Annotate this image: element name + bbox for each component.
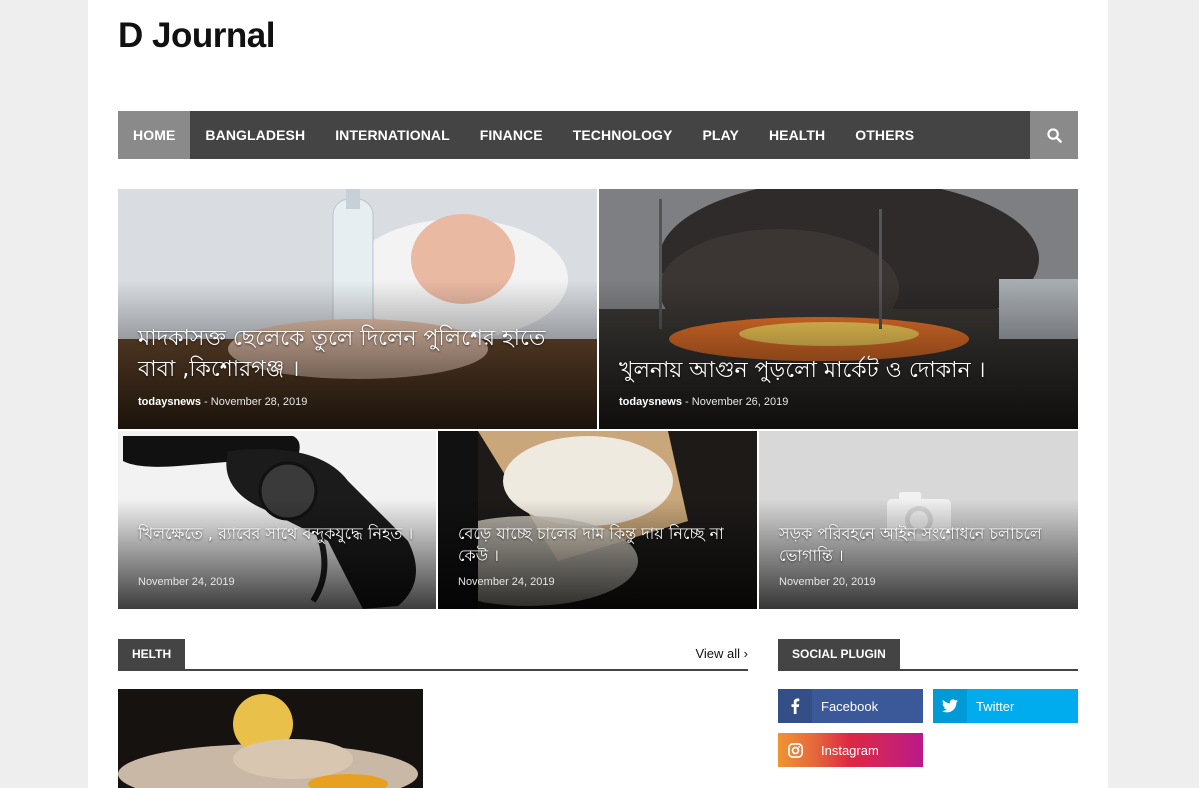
featured-meta-3: November 24, 2019	[138, 576, 235, 588]
featured-title-2[interactable]: খুলনায় আগুন পুড়লো মার্কেট ও দোকান ।	[619, 355, 1058, 386]
featured-title-1[interactable]: মাদকাসক্ত ছেলেকে তুলে দিলেন পুলিশের হাতে…	[138, 323, 577, 385]
instagram-button[interactable]: Instagram	[778, 733, 923, 767]
featured-author-1[interactable]: todaysnews	[138, 396, 201, 408]
search-icon	[1046, 127, 1062, 143]
health-post-image	[118, 689, 423, 788]
page-container: D Journal HOME BANGLADESH INTERNATIONAL …	[88, 0, 1108, 788]
meta-separator: -	[204, 396, 211, 408]
nav-item-play[interactable]: PLAY	[687, 111, 753, 159]
instagram-icon	[778, 733, 812, 767]
featured-meta-5: November 20, 2019	[779, 576, 876, 588]
nav-item-health[interactable]: HEALTH	[754, 111, 840, 159]
featured-date-3: November 24, 2019	[138, 576, 235, 588]
health-section-label: HELTH	[118, 639, 186, 669]
featured-overlay	[118, 498, 436, 609]
health-post-thumbnail[interactable]	[118, 689, 423, 788]
featured-date-5: November 20, 2019	[779, 576, 876, 588]
featured-post-1[interactable]: মাদকাসক্ত ছেলেকে তুলে দিলেন পুলিশের হাতে…	[118, 189, 597, 429]
nav-item-international[interactable]: INTERNATIONAL	[320, 111, 465, 159]
instagram-label: Instagram	[821, 742, 879, 758]
featured-post-3[interactable]: খিলক্ষেতে , র‍্যাবের সাথে বন্দুকযুদ্ধে ন…	[118, 431, 436, 609]
featured-meta-2: todaysnews - November 26, 2019	[619, 396, 788, 408]
featured-post-4[interactable]: বেড়ে যাচ্ছে চালের দাম কিন্তু দায় নিচ্ছ…	[438, 431, 757, 609]
featured-post-2[interactable]: খুলনায় আগুন পুড়লো মার্কেট ও দোকান । to…	[599, 189, 1078, 429]
featured-date-1: November 28, 2019	[210, 396, 308, 408]
twitter-label: Twitter	[976, 698, 1015, 714]
facebook-icon	[778, 689, 812, 723]
main-nav: HOME BANGLADESH INTERNATIONAL FINANCE TE…	[118, 111, 1078, 159]
twitter-button[interactable]: Twitter	[933, 689, 1078, 723]
search-button[interactable]	[1030, 111, 1078, 159]
chevron-right-icon: ›	[743, 646, 748, 661]
nav-item-technology[interactable]: TECHNOLOGY	[558, 111, 688, 159]
nav-item-bangladesh[interactable]: BANGLADESH	[190, 111, 320, 159]
featured-meta-4: November 24, 2019	[458, 576, 555, 588]
featured-title-3[interactable]: খিলক্ষেতে , র‍্যাবের সাথে বন্দুকযুদ্ধে ন…	[138, 523, 416, 545]
twitter-icon	[933, 689, 967, 723]
nav-item-finance[interactable]: FINANCE	[465, 111, 558, 159]
featured-title-5[interactable]: সড়ক পরিবহনে আইন সংশোধনে চলাচলে ভোগান্তি…	[779, 523, 1058, 567]
nav-item-others[interactable]: OTHERS	[840, 111, 929, 159]
featured-date-4: November 24, 2019	[458, 576, 555, 588]
meta-separator: -	[685, 396, 692, 408]
view-all-link[interactable]: View all ›	[695, 646, 748, 661]
facebook-button[interactable]: Facebook	[778, 689, 923, 723]
featured-meta-1: todaysnews - November 28, 2019	[138, 396, 307, 408]
featured-date-2: November 26, 2019	[691, 396, 789, 408]
facebook-label: Facebook	[821, 698, 879, 714]
featured-author-2[interactable]: todaysnews	[619, 396, 682, 408]
featured-title-4[interactable]: বেড়ে যাচ্ছে চালের দাম কিন্তু দায় নিচ্ছ…	[458, 523, 737, 567]
social-section-label: SOCIAL PLUGIN	[778, 639, 900, 669]
featured-post-5[interactable]: সড়ক পরিবহনে আইন সংশোধনে চলাচলে ভোগান্তি…	[759, 431, 1078, 609]
view-all-label: View all	[695, 646, 741, 661]
health-section-header: HELTH View all ›	[118, 639, 748, 671]
site-logo[interactable]: D Journal	[118, 16, 275, 56]
social-section-header: SOCIAL PLUGIN	[778, 639, 1078, 671]
nav-item-home[interactable]: HOME	[118, 111, 191, 159]
